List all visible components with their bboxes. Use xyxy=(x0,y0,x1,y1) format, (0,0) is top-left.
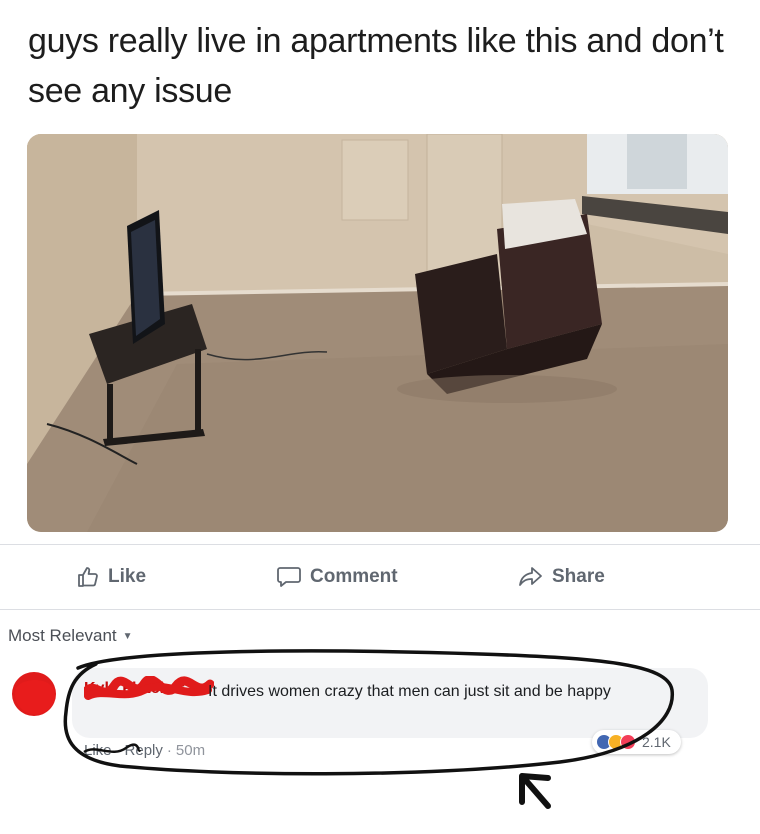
comment-sort-dropdown[interactable]: Most Relevant ▼ xyxy=(8,626,133,646)
meta-censor-scribble xyxy=(83,743,142,754)
share-button[interactable]: Share xyxy=(518,564,605,590)
meta-separator: · xyxy=(166,742,172,759)
apartment-photo-illustration xyxy=(27,134,728,532)
divider-top xyxy=(0,544,760,545)
avatar[interactable] xyxy=(8,668,60,720)
reaction-count: 2.1K xyxy=(642,734,671,750)
pointer-arrow-icon xyxy=(519,773,551,809)
like-label: Like xyxy=(108,566,147,587)
post-photo[interactable] xyxy=(27,134,728,532)
love-icon xyxy=(620,734,636,750)
comment-timestamp: 50m xyxy=(175,742,206,759)
comment-text: It drives women crazy that men can just … xyxy=(208,683,611,700)
caret-down-icon: ▼ xyxy=(122,630,133,642)
share-arrow-icon xyxy=(519,567,542,586)
action-bar: Like Comment Share xyxy=(0,546,760,608)
like-button[interactable]: Like xyxy=(76,564,146,590)
divider-bottom xyxy=(0,609,760,610)
comment-icon xyxy=(277,567,301,587)
comment-label: Comment xyxy=(310,566,398,587)
reaction-summary[interactable]: 2.1K xyxy=(592,730,681,754)
comment-button[interactable]: Comment xyxy=(276,564,398,590)
share-label: Share xyxy=(552,566,605,587)
thumbs-up-icon xyxy=(78,567,98,587)
post-text: guys really live in apartments like this… xyxy=(28,22,724,110)
sort-label: Most Relevant xyxy=(8,626,117,645)
